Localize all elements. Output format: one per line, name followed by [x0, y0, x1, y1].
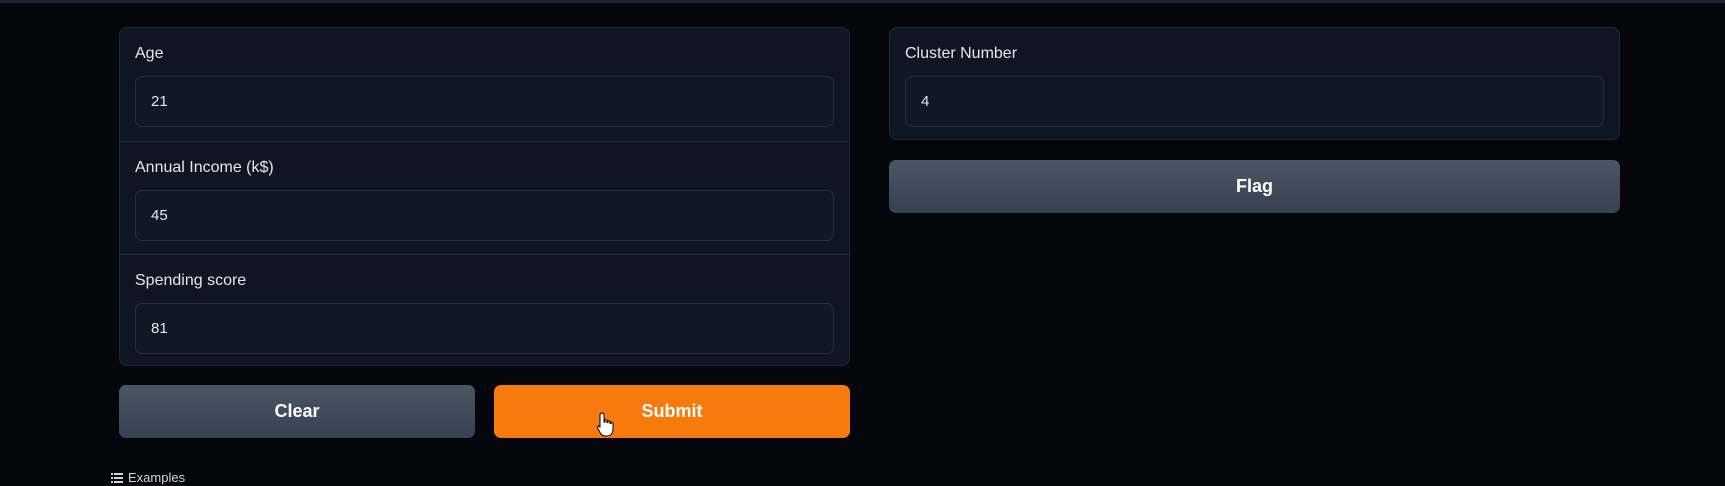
input-panel: Age Annual Income (k$) Spending score	[119, 27, 850, 366]
submit-button[interactable]: Submit	[494, 385, 850, 438]
hand-cursor-icon	[596, 412, 614, 443]
spending-score-field-block: Spending score	[120, 254, 849, 365]
annual-income-input[interactable]	[135, 190, 834, 241]
spending-score-input[interactable]	[135, 303, 834, 354]
age-label: Age	[135, 45, 164, 62]
output-panel: Cluster Number	[889, 27, 1620, 140]
age-input[interactable]	[135, 76, 834, 127]
annual-income-label: Annual Income (k$)	[135, 159, 274, 176]
clear-button[interactable]: Clear	[119, 385, 475, 438]
examples-toggle[interactable]: Examples	[111, 470, 185, 485]
cluster-number-field-block: Cluster Number	[890, 28, 1619, 139]
cluster-number-label: Cluster Number	[905, 45, 1018, 62]
examples-label: Examples	[128, 470, 186, 485]
spending-score-label: Spending score	[135, 272, 247, 289]
cluster-number-output[interactable]	[905, 76, 1604, 127]
age-field-block: Age	[120, 28, 849, 141]
top-divider	[0, 0, 1725, 3]
annual-income-field-block: Annual Income (k$)	[120, 141, 849, 254]
flag-button[interactable]: Flag	[889, 160, 1620, 213]
list-icon	[111, 472, 123, 483]
